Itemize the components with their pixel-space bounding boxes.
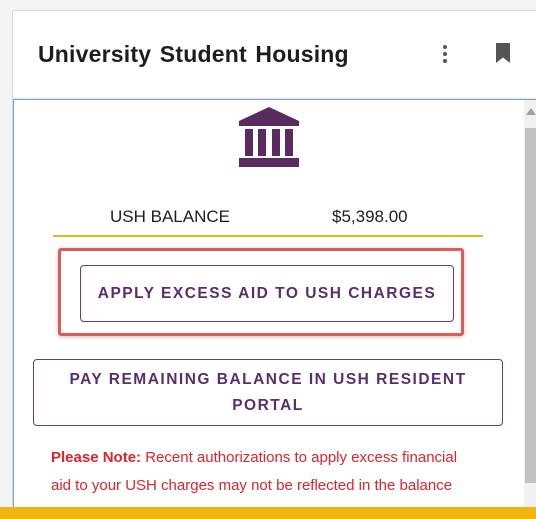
- note-label: Please Note:: [51, 449, 142, 466]
- bank-building-icon: [235, 105, 303, 174]
- balance-row: USH BALANCE $5,398.00: [53, 197, 483, 237]
- housing-card: University Student Housing USH BALANCE $…: [12, 10, 536, 519]
- apply-excess-aid-button[interactable]: APPLY EXCESS AID TO USH CHARGES: [80, 265, 454, 322]
- more-vert-icon[interactable]: [433, 41, 457, 67]
- scroll-thumb[interactable]: [525, 128, 536, 483]
- card-header: University Student Housing: [13, 11, 536, 99]
- balance-amount: $5,398.00: [332, 207, 408, 226]
- page-title: University Student Housing: [38, 41, 349, 67]
- bookmark-icon[interactable]: [495, 42, 511, 69]
- pay-remaining-balance-button[interactable]: PAY REMAINING BALANCE IN USH RESIDENT PO…: [33, 359, 503, 426]
- balance-label: USH BALANCE: [110, 207, 230, 226]
- bottom-accent-bar: [0, 507, 536, 519]
- card-content: USH BALANCE $5,398.00 APPLY EXCESS AID T…: [13, 99, 536, 518]
- vertical-scrollbar[interactable]: [524, 100, 536, 518]
- scroll-up-arrow-icon[interactable]: [526, 108, 536, 115]
